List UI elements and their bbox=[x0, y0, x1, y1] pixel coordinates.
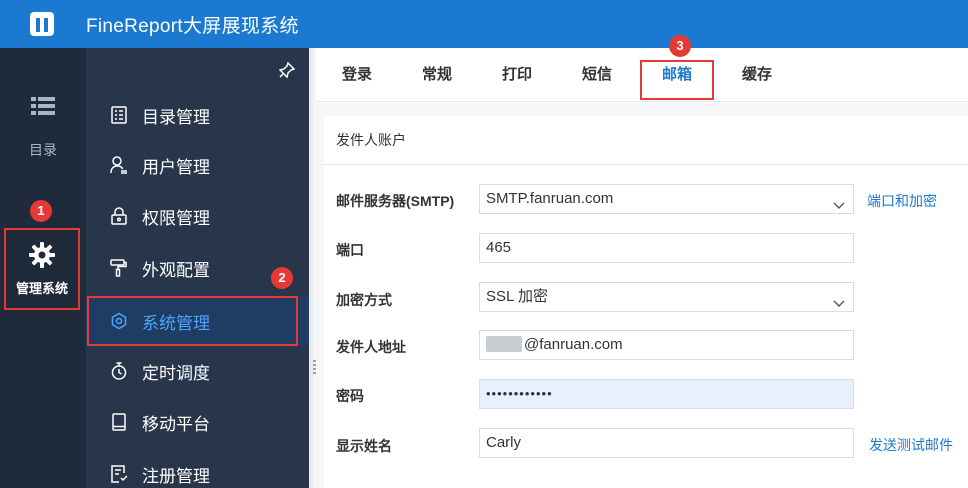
sidebar-item-scheduling[interactable]: 定时调度 bbox=[86, 346, 309, 396]
sidebar-item-label: 移动平台 bbox=[142, 414, 210, 434]
section-divider bbox=[324, 164, 968, 165]
sidebar-item-mobile[interactable]: 移动平台 bbox=[86, 397, 309, 447]
settings-tabs: 登录 常规 打印 短信 邮箱 缓存 bbox=[316, 48, 968, 102]
smtp-select[interactable]: SMTP.fanruan.com bbox=[479, 184, 854, 214]
settings-icon bbox=[110, 312, 128, 330]
sidebar-item-label: 目录管理 bbox=[142, 107, 210, 127]
password-value: •••••••••••• bbox=[486, 386, 553, 401]
smtp-label: 邮件服务器(SMTP) bbox=[336, 193, 455, 209]
sender-address-label: 发件人地址 bbox=[336, 339, 406, 355]
port-value: 465 bbox=[486, 239, 512, 256]
step-badge-2: 2 bbox=[271, 267, 293, 289]
redacted-username bbox=[486, 336, 522, 352]
step-badge-3: 3 bbox=[669, 35, 691, 57]
directory-icon bbox=[110, 106, 128, 124]
tab-sms[interactable]: 短信 bbox=[580, 48, 614, 102]
sender-address-value: @fanruan.com bbox=[524, 336, 623, 353]
tablet-icon bbox=[110, 413, 128, 431]
send-test-email-link[interactable]: 发送测试邮件 bbox=[869, 435, 953, 455]
chevron-down-icon bbox=[833, 193, 845, 209]
nav-rail: 目录 管理系统 bbox=[0, 48, 86, 488]
rail-label-catalog: 目录 bbox=[29, 142, 57, 158]
rail-label-management: 管理系统 bbox=[15, 280, 68, 296]
app-logo-icon bbox=[30, 12, 54, 36]
lock-icon bbox=[110, 207, 128, 225]
sidebar-item-label: 用户管理 bbox=[142, 157, 210, 177]
sidebar-item-permissions[interactable]: 权限管理 bbox=[86, 191, 309, 241]
password-label: 密码 bbox=[336, 388, 364, 404]
rail-item-management[interactable]: 管理系统 bbox=[4, 228, 80, 310]
sidebar-item-registration[interactable]: 注册管理 bbox=[86, 449, 309, 488]
register-icon bbox=[110, 465, 128, 483]
tab-print[interactable]: 打印 bbox=[500, 48, 534, 102]
sidebar-item-label: 注册管理 bbox=[142, 466, 210, 486]
rail-item-catalog[interactable]: 目录 bbox=[0, 96, 86, 160]
tab-general[interactable]: 常规 bbox=[420, 48, 454, 102]
display-name-label: 显示姓名 bbox=[336, 438, 392, 454]
encryption-value: SSL 加密 bbox=[486, 288, 548, 305]
tab-cache[interactable]: 缓存 bbox=[740, 48, 774, 102]
list-icon bbox=[31, 96, 55, 116]
gear-icon bbox=[29, 241, 55, 268]
sidebar-item-label: 系统管理 bbox=[142, 313, 210, 333]
chevron-down-icon bbox=[833, 291, 845, 307]
step-badge-1: 1 bbox=[30, 200, 52, 222]
app-title: FineReport大屏展现系统 bbox=[86, 15, 299, 37]
user-icon bbox=[110, 156, 128, 174]
port-input[interactable]: 465 bbox=[479, 233, 854, 263]
section-title: 发件人账户 bbox=[336, 132, 406, 148]
port-label: 端口 bbox=[336, 242, 364, 258]
encryption-label: 加密方式 bbox=[336, 292, 392, 308]
display-name-input[interactable]: Carly bbox=[479, 428, 854, 458]
timer-icon bbox=[110, 362, 128, 380]
top-bar: FineReport大屏展现系统 bbox=[0, 0, 968, 48]
tab-login[interactable]: 登录 bbox=[340, 48, 374, 102]
smtp-value: SMTP.fanruan.com bbox=[486, 190, 614, 207]
sidebar-item-system[interactable]: 系统管理 bbox=[86, 296, 309, 346]
panel-splitter[interactable] bbox=[309, 48, 313, 488]
display-name-value: Carly bbox=[486, 434, 522, 451]
sidebar-item-label: 权限管理 bbox=[142, 208, 210, 228]
paint-roller-icon bbox=[110, 259, 128, 277]
pin-icon[interactable] bbox=[278, 61, 296, 79]
sidebar-item-label: 定时调度 bbox=[142, 363, 210, 383]
sidebar-item-users[interactable]: 用户管理 bbox=[86, 140, 309, 190]
encryption-select[interactable]: SSL 加密 bbox=[479, 282, 854, 312]
sidebar-item-label: 外观配置 bbox=[142, 260, 210, 280]
sender-address-input[interactable]: @fanruan.com bbox=[479, 330, 854, 360]
password-input[interactable]: •••••••••••• bbox=[479, 379, 854, 409]
sidebar-item-directory[interactable]: 目录管理 bbox=[86, 90, 309, 140]
port-encryption-link[interactable]: 端口和加密 bbox=[867, 191, 937, 211]
